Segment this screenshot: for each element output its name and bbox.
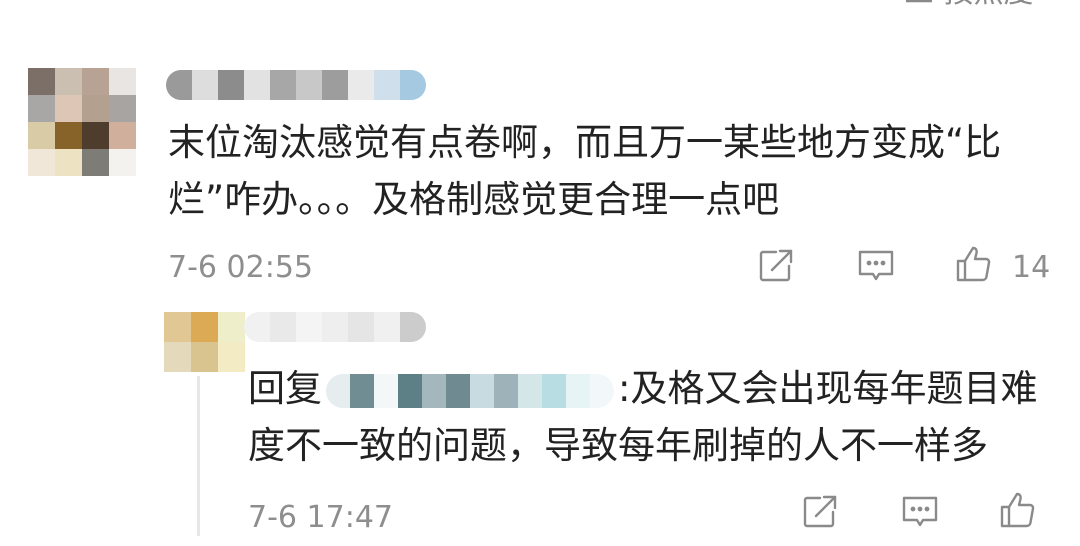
name-pixel (590, 373, 614, 408)
name-pixel (350, 373, 374, 408)
reply-prefix: 回复 (248, 367, 322, 410)
share-icon[interactable] (800, 492, 840, 532)
avatar-pixel (28, 149, 55, 176)
avatar-pixel (218, 312, 245, 342)
thumbs-up-icon[interactable] (998, 490, 1038, 530)
reply-avatar[interactable] (164, 312, 245, 372)
name-pixel (374, 70, 400, 100)
comment-icon[interactable] (900, 492, 940, 532)
name-pixel (446, 373, 470, 408)
name-pixel (326, 373, 350, 408)
name-pixel (322, 312, 348, 342)
name-pixel (518, 373, 542, 408)
reply-username-blurred[interactable] (244, 312, 426, 342)
reply-text: 回复:及格又会出现每年题目难度不一致的问题，导致每年刷掉的人不一样多 (248, 360, 1048, 474)
avatar-pixel (82, 122, 109, 149)
reply-timestamp: 7-6 17:47 (248, 500, 393, 535)
name-pixel (270, 312, 296, 342)
avatar-pixel (55, 68, 82, 95)
avatar-pixel (28, 95, 55, 122)
like-count: 14 (1012, 250, 1051, 285)
avatar-pixel (191, 312, 218, 342)
name-pixel (296, 70, 322, 100)
name-pixel (322, 70, 348, 100)
name-pixel (566, 373, 590, 408)
avatar-pixel (82, 149, 109, 176)
avatar-pixel (28, 122, 55, 149)
name-pixel (166, 70, 192, 100)
name-pixel (296, 312, 322, 342)
share-icon[interactable] (756, 246, 796, 286)
name-pixel (542, 373, 566, 408)
replied-username-blurred[interactable] (326, 373, 614, 408)
name-pixel (218, 70, 244, 100)
name-pixel (470, 373, 494, 408)
sort-by-hot-label[interactable]: 三 按热度 (904, 0, 1034, 8)
avatar-pixel (191, 342, 218, 372)
avatar-pixel (109, 122, 136, 149)
thumbs-up-icon[interactable] (954, 244, 994, 284)
comment-text: 末位淘汰感觉有点卷啊，而且万一某些地方变成“比烂”咋办。。。及格制感觉更合理一点… (168, 121, 1002, 221)
avatar-pixel (28, 68, 55, 95)
avatar-pixel (55, 149, 82, 176)
name-pixel (400, 70, 426, 100)
comment-timestamp: 7-6 02:55 (168, 250, 313, 285)
name-pixel (348, 312, 374, 342)
avatar-pixel (55, 122, 82, 149)
avatar-pixel (55, 95, 82, 122)
name-pixel (374, 312, 400, 342)
avatar-pixel (82, 95, 109, 122)
name-pixel (244, 70, 270, 100)
name-pixel (374, 373, 398, 408)
avatar[interactable] (28, 68, 136, 176)
username-blurred[interactable] (166, 70, 426, 100)
avatar-pixel (109, 149, 136, 176)
avatar-pixel (164, 342, 191, 372)
reply-divider-line (197, 376, 200, 536)
avatar-pixel (218, 342, 245, 372)
avatar-pixel (82, 68, 109, 95)
name-pixel (422, 373, 446, 408)
name-pixel (244, 312, 270, 342)
name-pixel (400, 312, 426, 342)
avatar-pixel (109, 95, 136, 122)
name-pixel (494, 373, 518, 408)
name-pixel (192, 70, 218, 100)
name-pixel (348, 70, 374, 100)
avatar-pixel (164, 312, 191, 342)
avatar-pixel (109, 68, 136, 95)
name-pixel (398, 373, 422, 408)
name-pixel (270, 70, 296, 100)
comment-icon[interactable] (856, 246, 896, 286)
